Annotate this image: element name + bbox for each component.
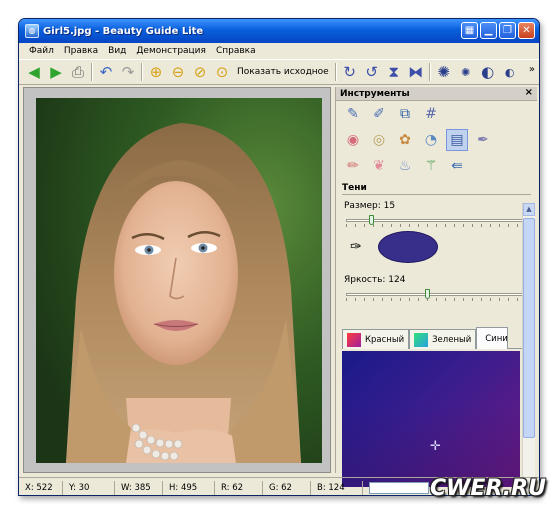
minimize-button[interactable]: ▁ <box>480 22 497 39</box>
size-slider[interactable] <box>346 215 527 227</box>
eyedropper-icon[interactable]: ✑ <box>350 239 362 255</box>
close-button[interactable]: ✕ <box>518 22 535 39</box>
redo-icon[interactable]: ↷ <box>117 61 139 83</box>
zoom-in-icon[interactable]: ⊕ <box>145 61 167 83</box>
small-settings-icon[interactable]: ✺ <box>455 61 477 83</box>
window-title: Girl5.jpg - Beauty Guide Lite <box>43 25 204 37</box>
crop-tool-icon[interactable]: ⧉ <box>394 103 416 125</box>
menu-help[interactable]: Справка <box>212 45 260 57</box>
tab-blue-label: Синий <box>485 333 508 344</box>
toolbar-overflow-chevron[interactable]: » <box>529 64 535 75</box>
menu-demo[interactable]: Демонстрация <box>132 45 210 57</box>
tools-panel-title: Инструменты <box>340 88 410 99</box>
zoom-out-icon[interactable]: ⊖ <box>167 61 189 83</box>
portrait-photo[interactable] <box>36 98 322 463</box>
shade-color-row: ✑ <box>336 225 537 269</box>
zoom-fit-icon[interactable]: ⊘ <box>189 61 211 83</box>
green-swatch-icon <box>414 332 429 347</box>
tab-green[interactable]: Зеленый <box>409 329 477 349</box>
scroll-up-icon[interactable]: ▲ <box>523 203 535 216</box>
color-channel-tabs: Красный Зеленый Синий <box>342 327 522 349</box>
shade-color-preview <box>378 231 438 263</box>
zoom-actual-icon[interactable]: ⊙ <box>211 61 233 83</box>
lipstick-tool-icon[interactable]: ✏ <box>342 155 364 177</box>
status-x: X: 522 <box>19 480 63 495</box>
tab-red-label: Красный <box>365 334 405 345</box>
progress-bar <box>369 481 429 494</box>
wand-tool-icon[interactable]: ⚚ <box>420 155 442 177</box>
blush-tool-icon[interactable]: ❦ <box>368 155 390 177</box>
arrow-right-icon[interactable]: ▶ <box>45 61 67 83</box>
menu-view[interactable]: Вид <box>104 45 130 57</box>
lips-tool-icon[interactable]: ◉ <box>342 129 364 151</box>
menu-edit[interactable]: Правка <box>60 45 102 57</box>
tool-row: ✎ ✐ ⧉ # <box>336 101 537 127</box>
grid-tool-icon[interactable]: # <box>420 103 442 125</box>
tools-panel: Инструменты × ✎ ✐ ⧉ # ◉ ◎ ✿ ◔ ▤ ✒ ✏ ❦ ♨ … <box>335 87 537 489</box>
contrast-icon[interactable]: ◐ <box>477 61 499 83</box>
pen-tool-icon[interactable]: ✒ <box>472 129 494 151</box>
undo-icon[interactable]: ↶ <box>95 61 117 83</box>
settings-icon[interactable]: ✺ <box>433 61 455 83</box>
portrait-image <box>36 98 322 463</box>
toolbar-separator <box>141 63 143 81</box>
brightness-label: Яркость: 124 <box>344 275 406 285</box>
crosshair-icon: ✛ <box>430 439 441 454</box>
image-canvas[interactable] <box>23 87 331 473</box>
color-picker-field[interactable]: ✛ <box>342 351 520 487</box>
makeup-tool-icon[interactable]: ◎ <box>368 129 390 151</box>
panel-scrollbar[interactable]: ▲ <box>522 203 535 489</box>
print-icon[interactable]: ⎙ <box>67 61 89 83</box>
brush-tool-icon[interactable]: ✐ <box>368 103 390 125</box>
rotate-ccw-icon[interactable]: ↺ <box>361 61 383 83</box>
small-contrast-icon[interactable]: ◐ <box>499 61 521 83</box>
show-original-button[interactable]: Показать исходное <box>233 67 333 77</box>
tile-button[interactable]: ▦ <box>461 22 478 39</box>
status-r: R: 62 <box>215 480 263 495</box>
toolbar-separator <box>334 63 337 81</box>
site-watermark: CWER.RU <box>430 476 546 501</box>
status-h: H: 495 <box>163 480 215 495</box>
status-g: G: 62 <box>263 480 311 495</box>
maximize-button[interactable]: ❐ <box>499 22 516 39</box>
toolbar-separator <box>428 63 431 81</box>
eye-tool-icon[interactable]: ◔ <box>420 129 442 151</box>
bottle-tool-icon[interactable]: ♨ <box>394 155 416 177</box>
red-swatch-icon <box>347 332 361 347</box>
flip-horizontal-icon[interactable]: ⧓ <box>405 61 427 83</box>
status-b: B: 124 <box>311 480 363 495</box>
tab-green-label: Зеленый <box>432 334 472 345</box>
palette-tool-icon[interactable]: ✿ <box>394 129 416 151</box>
close-panel-icon[interactable]: × <box>525 87 533 98</box>
status-y: Y: 30 <box>63 480 115 495</box>
app-window: ◍ Girl5.jpg - Beauty Guide Lite ▦ ▁ ❐ ✕ … <box>18 18 540 496</box>
app-icon: ◍ <box>25 24 39 38</box>
brightness-slider[interactable] <box>346 289 527 301</box>
main-toolbar: ◀ ▶ ⎙ ↶ ↷ ⊕ ⊖ ⊘ ⊙ Показать исходное ↻ ↺ … <box>19 59 539 85</box>
menu-file[interactable]: Файл <box>25 45 58 57</box>
flip-vertical-icon[interactable]: ⧗ <box>383 61 405 83</box>
shadow-tool-icon[interactable]: ▤ <box>446 129 468 151</box>
size-label: Размер: 15 <box>344 201 396 211</box>
title-bar[interactable]: ◍ Girl5.jpg - Beauty Guide Lite ▦ ▁ ❐ ✕ <box>19 19 539 43</box>
section-shadows: Тени <box>342 183 531 195</box>
status-w: W: 385 <box>115 480 163 495</box>
tools-panel-header: Инструменты × <box>336 87 537 101</box>
menu-bar: Файл Правка Вид Демонстрация Справка <box>19 43 539 59</box>
rotate-cw-icon[interactable]: ↻ <box>339 61 361 83</box>
tab-red[interactable]: Красный <box>342 329 410 349</box>
back-tool-icon[interactable]: ⇚ <box>446 155 468 177</box>
pencil-tool-icon[interactable]: ✎ <box>342 103 364 125</box>
tool-row: ✏ ❦ ♨ ⚚ ⇚ <box>336 153 537 179</box>
tool-row: ◉ ◎ ✿ ◔ ▤ ✒ <box>336 127 537 153</box>
arrow-left-icon[interactable]: ◀ <box>23 61 45 83</box>
scrollbar-thumb[interactable] <box>523 218 535 438</box>
tab-blue[interactable]: Синий <box>476 327 509 349</box>
toolbar-separator <box>91 63 93 81</box>
